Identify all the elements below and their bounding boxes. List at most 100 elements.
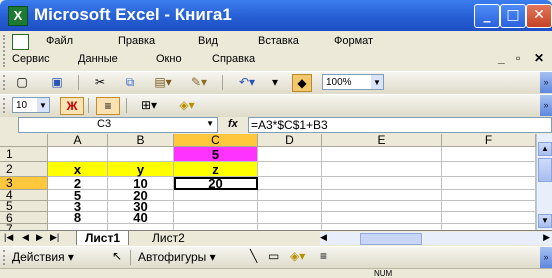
last-sheet-icon[interactable]: ▶| (50, 232, 59, 243)
cell-d1[interactable] (258, 147, 322, 162)
scroll-thumb[interactable] (538, 158, 552, 182)
column-header-d[interactable]: D (258, 134, 322, 147)
cell-a1[interactable] (48, 147, 108, 162)
cell-d3[interactable] (258, 177, 322, 190)
bold-button[interactable]: Ж (60, 97, 84, 115)
workbook-icon[interactable] (12, 34, 29, 50)
scroll-left-icon[interactable]: ◀ (320, 232, 327, 243)
horizontal-scrollbar[interactable]: ◀ ▶ (320, 232, 552, 245)
format-painter-icon[interactable]: ✎▾ (188, 74, 210, 90)
vertical-scrollbar[interactable]: ▲ ▼ (536, 134, 552, 230)
autoshapes-menu[interactable]: Автофигуры ▾ (138, 250, 216, 264)
chevron-down-icon[interactable]: ▼ (206, 119, 214, 128)
cell-e4[interactable] (322, 190, 442, 201)
cell-f4[interactable] (442, 190, 536, 201)
scroll-thumb-horizontal[interactable] (360, 233, 422, 245)
rectangle-icon[interactable]: ▭ (268, 249, 279, 263)
cell-d6[interactable] (258, 212, 322, 224)
cell-c3-selected[interactable]: 20 (174, 177, 258, 190)
toolbar-options-chevron[interactable]: » (540, 72, 552, 93)
cell-c1[interactable]: 5 (174, 147, 258, 162)
doc-restore-button[interactable]: ▫ (516, 51, 520, 65)
column-header-f[interactable]: F (442, 134, 536, 147)
cut-icon[interactable]: ✂ (92, 74, 108, 90)
cell-e2[interactable] (322, 162, 442, 177)
tab-sheet2[interactable]: Лист2 (144, 231, 193, 245)
menu-insert[interactable]: Вставка (258, 35, 299, 47)
maximize-button[interactable]: □ (500, 4, 526, 28)
prev-sheet-icon[interactable]: ◀ (22, 232, 29, 243)
function-icon[interactable]: fx (228, 118, 238, 130)
align-center-button[interactable]: ≡ (96, 97, 120, 115)
cell-e6[interactable] (322, 212, 442, 224)
next-sheet-icon[interactable]: ▶ (36, 232, 43, 243)
menu-edit[interactable]: Правка (118, 35, 155, 47)
select-all-corner[interactable] (0, 134, 48, 147)
cell-a2[interactable]: x (48, 162, 108, 177)
first-sheet-icon[interactable]: |◀ (4, 232, 13, 243)
doc-close-button[interactable]: ✕ (534, 51, 544, 65)
scroll-down-icon[interactable]: ▼ (538, 214, 552, 228)
cell-d5[interactable] (258, 201, 322, 212)
menu-data[interactable]: Данные (78, 53, 118, 65)
toolbar-options-chevron[interactable]: » (540, 95, 552, 116)
fill-color-icon[interactable]: ◈▾ (172, 97, 202, 113)
chevron-down-icon[interactable]: ▼ (371, 75, 383, 89)
scroll-up-icon[interactable]: ▲ (538, 142, 552, 156)
cell-e3[interactable] (322, 177, 442, 190)
cell-c5[interactable] (174, 201, 258, 212)
tab-sheet1[interactable]: Лист1 (76, 231, 130, 245)
close-button[interactable]: ✕ (526, 4, 552, 28)
cell-b2[interactable]: y (108, 162, 174, 177)
menu-window[interactable]: Окно (156, 53, 182, 65)
save-icon[interactable]: ▣ (48, 74, 66, 90)
excel-app-icon[interactable]: X (8, 6, 28, 26)
toolbar-options-chevron[interactable]: » (540, 247, 552, 268)
new-icon[interactable]: ▢ (14, 74, 30, 90)
cell-f5[interactable] (442, 201, 536, 212)
column-header-c[interactable]: C (174, 134, 258, 147)
column-header-b[interactable]: B (108, 134, 174, 147)
menu-format[interactable]: Формат (334, 35, 373, 47)
row-header-2[interactable]: 2 (0, 162, 48, 177)
name-box[interactable]: C3 ▼ (18, 117, 218, 133)
copy-icon[interactable]: ⧉ (122, 74, 138, 90)
column-header-e[interactable]: E (322, 134, 442, 147)
chevron-down-icon[interactable]: ▼ (37, 98, 49, 112)
cell-f1[interactable] (442, 147, 536, 162)
undo-icon[interactable]: ↶▾ (232, 74, 262, 90)
cell-e1[interactable] (322, 147, 442, 162)
paste-icon[interactable]: ▤▾ (150, 74, 176, 90)
zoom-select[interactable]: 100% ▼ (322, 74, 384, 90)
formula-input[interactable]: =A3*$C$1+B3 (248, 117, 552, 133)
cell-b1[interactable] (108, 147, 174, 162)
toolbar-grip[interactable] (3, 75, 8, 90)
menu-tools[interactable]: Сервис (12, 53, 50, 65)
cell-c6[interactable] (174, 212, 258, 224)
menu-help[interactable]: Справка (212, 53, 255, 65)
borders-icon[interactable]: ⊞▾ (134, 97, 164, 113)
cell-c4[interactable] (174, 190, 258, 201)
fill-color-icon[interactable]: ◈▾ (290, 249, 305, 263)
menu-view[interactable]: Вид (198, 35, 218, 47)
toolbar-grip[interactable] (3, 98, 8, 113)
cell-c2[interactable]: z (174, 162, 258, 177)
menu-file[interactable]: Файл (46, 35, 73, 47)
cell-a6[interactable]: 8 (48, 211, 108, 224)
minimize-button[interactable]: _ (474, 4, 500, 28)
menu-grip[interactable] (3, 35, 8, 67)
line-style-icon[interactable]: ≡ (320, 249, 327, 263)
redo-icon[interactable]: ▾ (268, 74, 282, 90)
cell-f6[interactable] (442, 212, 536, 224)
font-size-select[interactable]: 10 ▼ (12, 97, 50, 113)
column-header-a[interactable]: A (48, 134, 108, 147)
cell-d4[interactable] (258, 190, 322, 201)
cell-f2[interactable] (442, 162, 536, 177)
line-icon[interactable]: ╲ (250, 249, 257, 263)
cell-f3[interactable] (442, 177, 536, 190)
chart-wizard-icon[interactable]: ◆ (292, 74, 312, 92)
cell-b6[interactable]: 40 (108, 211, 174, 224)
select-objects-icon[interactable]: ↖ (112, 249, 122, 263)
doc-minimize-button[interactable]: _ (498, 51, 505, 65)
draw-actions-menu[interactable]: Действия ▾ (12, 250, 74, 264)
